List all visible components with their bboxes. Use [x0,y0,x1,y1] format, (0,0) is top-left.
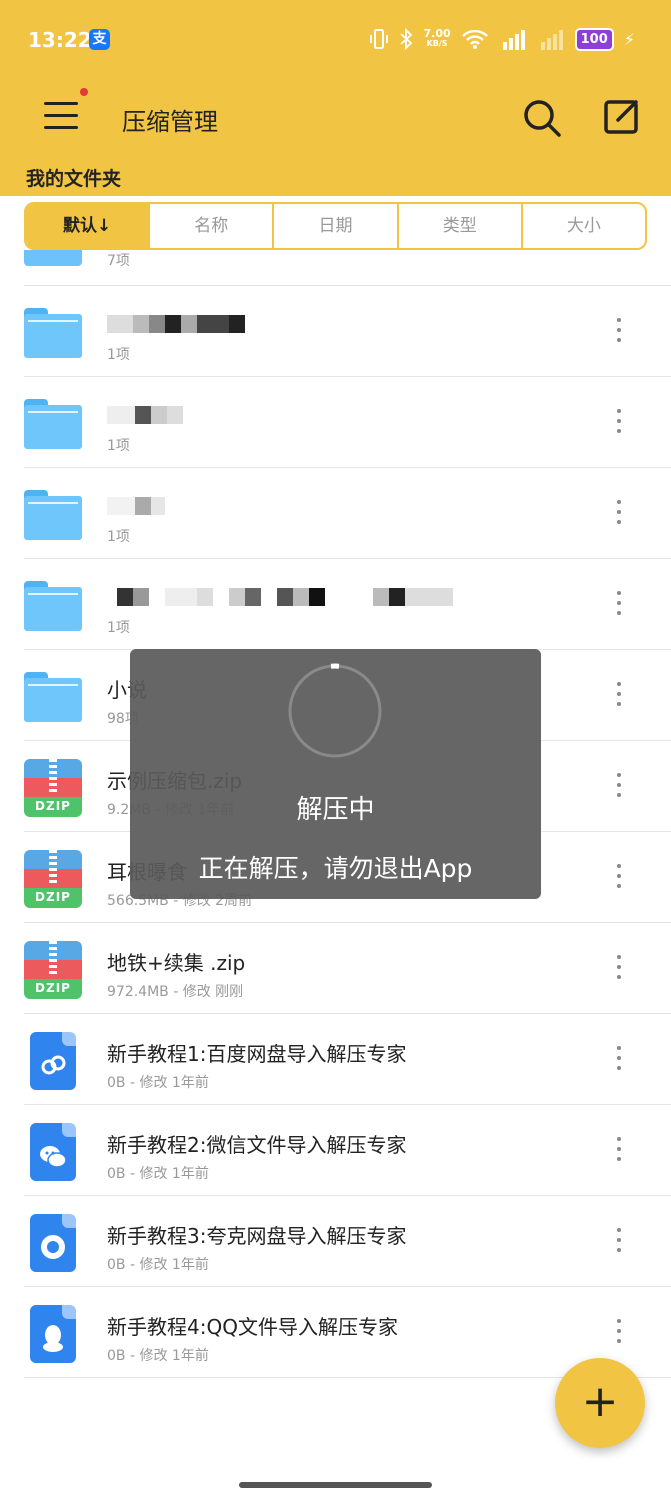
item-meta: 0B - 修改 1年前 [107,1075,209,1091]
list-item[interactable]: 新手教程3:夸克网盘导入解压专家 0B - 修改 1年前 [24,1196,671,1287]
more-options-icon[interactable] [612,316,626,346]
list-item[interactable]: 1项 [24,468,671,559]
wechat-icon [24,1123,82,1181]
list-item[interactable]: 新手教程1:百度网盘导入解压专家 0B - 修改 1年前 [24,1014,671,1105]
item-name: 新手教程1:百度网盘导入解压专家 [107,1042,407,1066]
sort-tab-default[interactable]: 默认↓ [26,204,151,248]
item-name-redacted [107,492,165,516]
home-indicator[interactable] [239,1482,432,1488]
item-name: 新手教程4:QQ文件导入解压专家 [107,1315,398,1339]
quark-icon [24,1214,82,1272]
item-name: 地铁+续集 .zip [107,951,246,975]
list-item[interactable]: 1项 [24,559,671,650]
more-options-icon[interactable] [612,771,626,801]
zip-file-icon: DZIP [24,850,82,908]
item-name: 新手教程3:夸克网盘导入解压专家 [107,1224,407,1248]
alipay-notification-icon: 支 [89,29,110,50]
more-options-icon[interactable] [612,1135,626,1165]
more-options-icon[interactable] [612,862,626,892]
item-meta: 972.4MB - 修改 刚刚 [107,984,244,1000]
folder-icon [24,304,82,360]
folder-icon [24,395,82,451]
wifi-icon [461,29,488,49]
item-meta: 0B - 修改 1年前 [107,1348,209,1364]
item-meta: 7项 [107,253,130,269]
more-options-icon[interactable] [612,1317,626,1347]
folder-icon [24,668,82,724]
more-options-icon[interactable] [612,680,626,710]
item-meta: 0B - 修改 1年前 [107,1166,209,1182]
item-meta: 1项 [107,347,130,363]
bluetooth-icon [400,28,413,50]
sort-tabs: 默认↓ 名称 日期 类型 大小 [24,202,647,250]
folder-icon [24,577,82,633]
status-bar: 13:22 支 7.00 KB/S 100 ⚡ [0,0,671,80]
list-item[interactable]: 新手教程4:QQ文件导入解压专家 0B - 修改 1年前 [24,1287,671,1378]
item-name-redacted [107,583,453,607]
dialog-title: 解压中 [296,795,375,825]
signal-sim2-icon [540,30,563,50]
signal-5g-icon [502,30,525,50]
more-options-icon[interactable] [612,953,626,983]
notification-dot [80,88,88,96]
status-icons: 7.00 KB/S 100 ⚡ [369,24,635,54]
folder-icon [24,250,82,266]
item-meta: 1项 [107,620,130,636]
add-button[interactable]: + [555,1358,645,1448]
sort-tab-date[interactable]: 日期 [274,204,399,248]
more-options-icon[interactable] [612,407,626,437]
app-header: 13:22 支 7.00 KB/S 100 ⚡ 压缩管理 我的文件夹 [0,0,671,196]
extracting-dialog: 解压中 正在解压，请勿退出App [130,649,541,899]
page-title: 压缩管理 [122,108,218,136]
sort-tab-name[interactable]: 名称 [150,204,275,248]
vibrate-icon [370,29,389,49]
charging-icon: ⚡ [623,29,635,49]
search-button[interactable] [520,96,564,140]
qq-icon [24,1305,82,1363]
sort-tab-type[interactable]: 类型 [399,204,523,248]
sort-tab-size[interactable]: 大小 [523,204,645,248]
edit-button[interactable] [602,96,642,136]
dialog-message: 正在解压，请勿退出App [198,854,473,883]
battery-indicator: 100 [574,27,614,51]
menu-button[interactable] [40,88,88,136]
network-speed: 7.00 KB/S [423,27,451,48]
item-meta: 1项 [107,438,130,454]
item-name: 新手教程2:微信文件导入解压专家 [107,1133,407,1157]
loading-spinner-icon [288,663,382,758]
list-item[interactable]: 1项 [24,377,671,468]
item-meta: 1项 [107,529,130,545]
item-name-redacted [107,310,245,334]
more-options-icon[interactable] [612,1226,626,1256]
section-label: 我的文件夹 [26,168,122,190]
status-time: 13:22 [28,28,92,52]
more-options-icon[interactable] [612,1044,626,1074]
folder-icon [24,486,82,542]
list-item[interactable]: 1项 [24,286,671,377]
list-item[interactable]: 7项 [24,250,671,286]
item-meta: 0B - 修改 1年前 [107,1257,209,1273]
baidu-netdisk-icon [24,1032,82,1090]
list-item[interactable]: DZIP 地铁+续集 .zip 972.4MB - 修改 刚刚 [24,923,671,1014]
item-name-redacted [107,401,183,425]
more-options-icon[interactable] [612,589,626,619]
more-options-icon[interactable] [612,498,626,528]
list-item[interactable]: 新手教程2:微信文件导入解压专家 0B - 修改 1年前 [24,1105,671,1196]
zip-file-icon: DZIP [24,941,82,999]
zip-file-icon: DZIP [24,759,82,817]
